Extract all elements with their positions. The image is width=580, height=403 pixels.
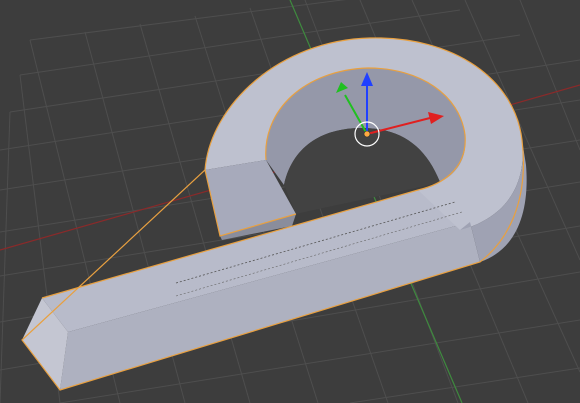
origin-point-icon bbox=[363, 130, 371, 138]
3d-viewport[interactable] bbox=[0, 0, 580, 403]
